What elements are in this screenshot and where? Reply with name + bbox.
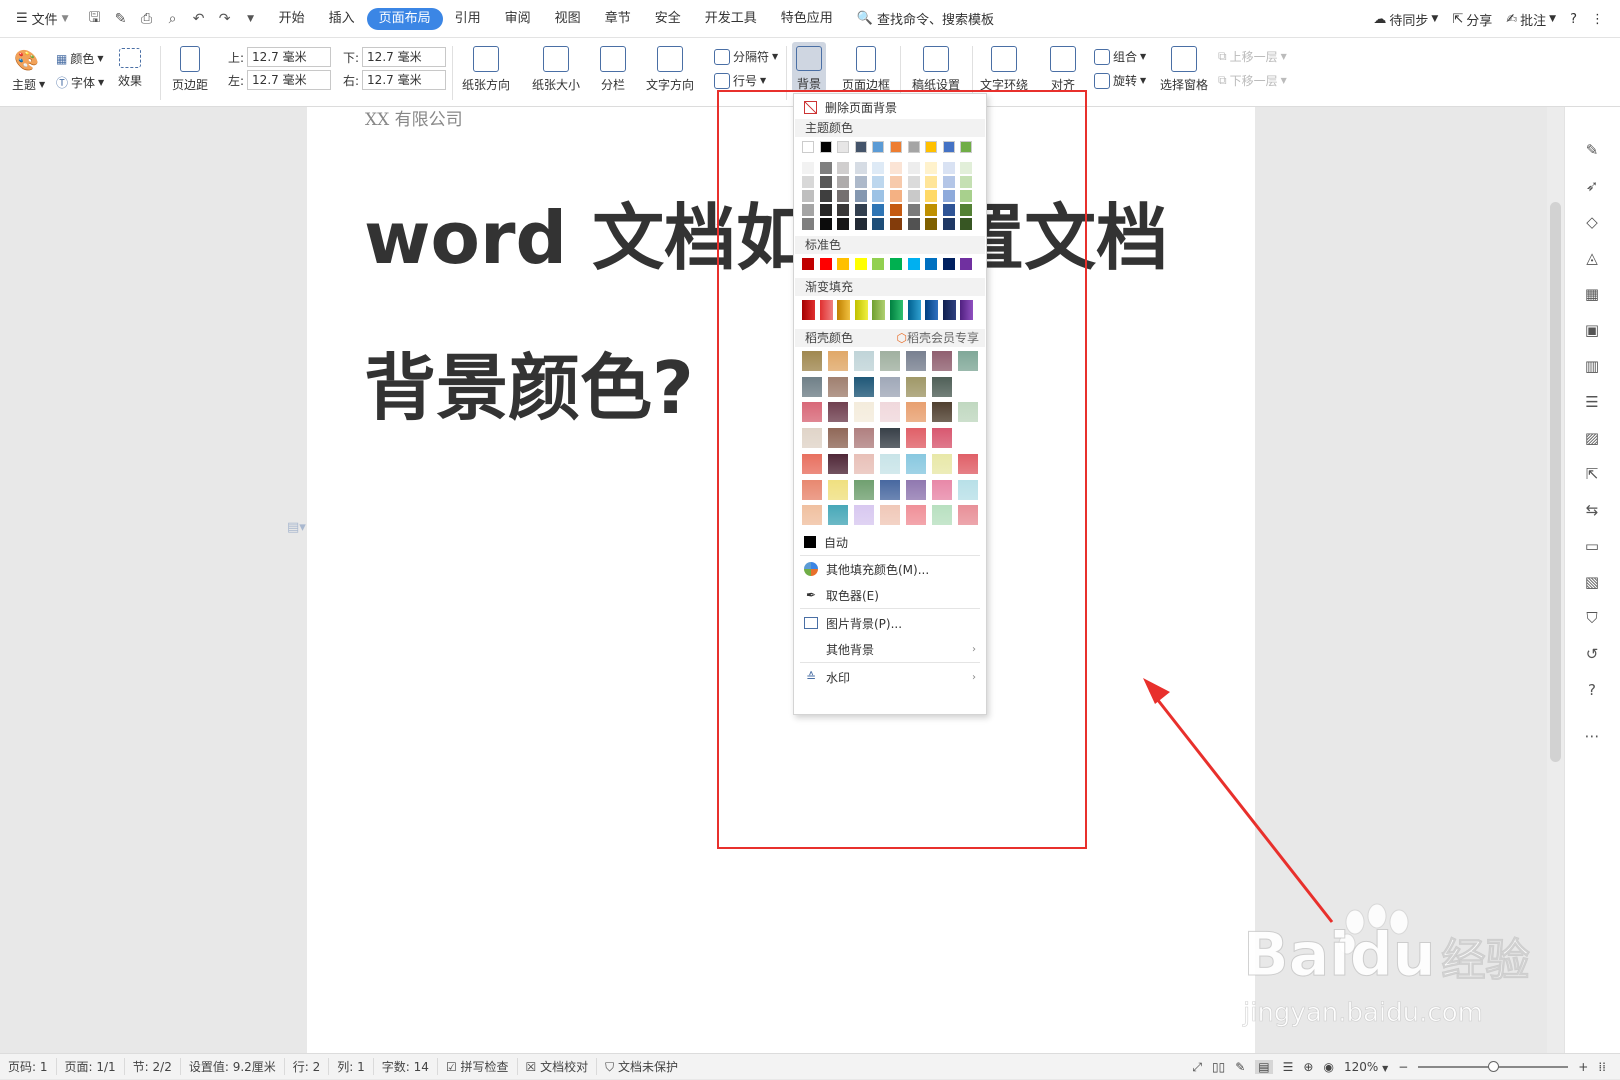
baidu-jingyan-watermark: Baidu 经验 jingyan.baidu.com — [1243, 900, 1533, 1030]
protect-label: 文档未保护 — [618, 1060, 679, 1074]
proofread-icon: ☒ — [525, 1060, 537, 1074]
watermark-url: jingyan.baidu.com — [1243, 998, 1484, 1029]
proofread-button[interactable]: ☒ 文档校对 — [518, 1058, 598, 1075]
shield-icon: ⛉ — [605, 1060, 615, 1074]
proofread-label: 文档校对 — [540, 1060, 589, 1074]
write-mode-icon[interactable]: ✎ — [1235, 1060, 1245, 1074]
chevron-down-icon: ▼ — [1382, 1064, 1389, 1073]
watermark-du: du — [1349, 920, 1436, 991]
zoom-slider-thumb[interactable] — [1488, 1061, 1500, 1072]
status-page-code[interactable]: 页码: 1 — [0, 1058, 57, 1075]
watermark-jingyan: 经验 — [1441, 935, 1530, 987]
watermark-brand: Baidu 经验 — [1243, 920, 1530, 991]
page-view-icon[interactable]: ▤ — [1255, 1060, 1273, 1074]
outline-view-icon[interactable]: ☰ — [1283, 1060, 1294, 1074]
zoom-slider[interactable] — [1418, 1061, 1569, 1072]
watermark-bai: Bai — [1243, 920, 1351, 991]
zoom-in-icon[interactable]: + — [1578, 1060, 1588, 1074]
zoom-out-icon[interactable]: − — [1398, 1060, 1408, 1074]
read-mode-icon[interactable]: ▯▯ — [1212, 1060, 1225, 1074]
status-pages[interactable]: 页面: 1/1 — [57, 1058, 125, 1075]
status-row: 行: 2 — [285, 1058, 330, 1075]
zoom-level[interactable]: 120% ▼ — [1344, 1060, 1388, 1074]
spell-check-button[interactable]: ☑ 拼写检查 — [438, 1058, 518, 1075]
eye-protection-icon[interactable]: ◉ — [1323, 1060, 1333, 1074]
fullscreen-icon[interactable]: ⤢ — [1192, 1060, 1202, 1075]
grid-icon[interactable]: ⁞⁞ — [1598, 1060, 1606, 1074]
web-view-icon[interactable]: ⊕ — [1303, 1060, 1313, 1074]
status-setting[interactable]: 设置值: 9.2厘米 — [181, 1058, 285, 1075]
status-section[interactable]: 节: 2/2 — [125, 1058, 181, 1075]
status-bar: 页码: 1 页面: 1/1 节: 2/2 设置值: 9.2厘米 行: 2 列: … — [0, 1053, 1620, 1079]
status-words[interactable]: 字数: 14 — [374, 1058, 438, 1075]
zoom-label: 120% — [1343, 1060, 1379, 1074]
spell-check-label: 拼写检查 — [460, 1060, 509, 1074]
status-col: 列: 1 — [329, 1058, 374, 1075]
spell-check-icon: ☑ — [445, 1060, 457, 1074]
protect-status[interactable]: ⛉ 文档未保护 — [597, 1058, 686, 1075]
